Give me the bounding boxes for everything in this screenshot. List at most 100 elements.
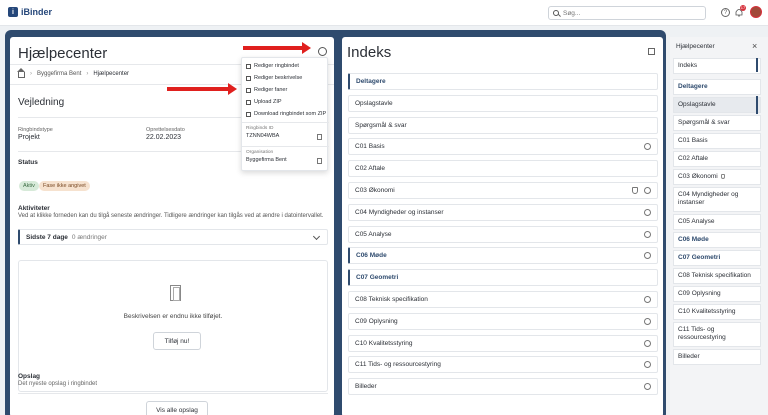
index-row[interactable]: Opslagstavle: [348, 94, 658, 112]
copy-icon[interactable]: [317, 134, 322, 140]
index-row-label: C07 Geometri: [356, 274, 399, 282]
side-nav-item[interactable]: C07 Geometri: [673, 250, 761, 266]
panel-toggle-icon[interactable]: [648, 48, 655, 55]
side-nav-item[interactable]: Deltagere: [673, 79, 761, 95]
menu-item-label: Upload ZIP: [254, 99, 282, 105]
menu-item-label: Rediger ringbindet: [254, 63, 299, 69]
index-row-label: C08 Teknisk specifikation: [355, 296, 428, 303]
info-circle-icon[interactable]: [644, 208, 651, 216]
activity-period-accordion[interactable]: Sidste 7 dage 0 ændringer: [18, 229, 328, 245]
binder-type-value: Projekt: [18, 134, 40, 141]
document-icon: [170, 285, 181, 301]
side-nav-item[interactable]: C04 Myndigheder og instanser: [673, 187, 761, 212]
scrollbar[interactable]: [756, 58, 758, 72]
index-row-label: C11 Tids- og ressourcestyring: [355, 361, 441, 369]
index-row[interactable]: Spørgsmål & svar: [348, 116, 658, 134]
help-icon[interactable]: ?: [721, 8, 730, 17]
shield-icon: [632, 187, 638, 194]
info-circle-icon[interactable]: [644, 361, 651, 369]
index-row[interactable]: C09 Oplysning: [348, 312, 658, 330]
info-circle-icon[interactable]: [644, 383, 651, 391]
index-row[interactable]: C02 Aftale: [348, 160, 658, 178]
info-circle-icon[interactable]: [644, 252, 651, 260]
shield-icon: [720, 173, 725, 179]
binder-type-label: Ringbindstype: [18, 127, 53, 133]
side-nav-item[interactable]: Indeks: [673, 58, 761, 74]
side-nav-item[interactable]: C11 Tids- og ressourcestyring: [673, 322, 761, 347]
avatar[interactable]: [750, 6, 762, 18]
index-row[interactable]: C03 Økonomi: [348, 182, 658, 199]
breadcrumb-separator: ›: [30, 71, 32, 77]
side-nav-label: C03 Økonomi: [678, 173, 718, 180]
index-row[interactable]: Deltagere: [348, 73, 658, 90]
info-circle-icon[interactable]: [644, 296, 651, 303]
page-title: Hjælpecenter: [18, 45, 108, 62]
info-circle-icon[interactable]: [644, 317, 651, 325]
menu-item-edit-description[interactable]: Rediger beskrivelse: [246, 75, 302, 81]
view-all-posts-button[interactable]: Vis alle opslag: [146, 401, 208, 415]
index-row-label: C02 Aftale: [355, 165, 385, 173]
index-row[interactable]: C04 Myndigheder og instanser: [348, 203, 658, 221]
activities-description: Ved at klikke forneden kan du tilgå sene…: [18, 213, 324, 219]
period-label: Sidste 7 dage: [26, 233, 68, 241]
index-row[interactable]: C06 Møde: [348, 247, 658, 265]
posts-heading: Opslag: [18, 373, 41, 380]
side-nav-label: Spørgsmål & svar: [678, 119, 730, 126]
index-row-label: Billeder: [355, 383, 377, 391]
index-row-label: C01 Basis: [355, 143, 385, 151]
divider: [18, 393, 328, 394]
organisation-label: Organisation: [246, 150, 274, 155]
menu-divider: [242, 122, 329, 123]
side-nav-label: Indeks: [678, 62, 698, 69]
index-row[interactable]: C07 Geometri: [348, 269, 658, 287]
close-icon[interactable]: ×: [752, 41, 757, 51]
info-circle-icon[interactable]: [644, 143, 651, 151]
side-nav-item[interactable]: C01 Basis: [673, 133, 761, 149]
menu-item-download-zip[interactable]: Download ringbindet som ZIP: [246, 111, 326, 117]
menu-divider: [242, 146, 329, 147]
index-row[interactable]: Billeder: [348, 378, 658, 396]
side-nav-item[interactable]: Opslagstavle: [673, 97, 761, 113]
side-nav-item[interactable]: Billeder: [673, 349, 761, 365]
side-nav-item[interactable]: C02 Aftale: [673, 151, 761, 167]
info-circle-icon[interactable]: [644, 230, 651, 238]
breadcrumb-item[interactable]: Byggefirma Bent: [37, 71, 81, 77]
app-logo[interactable]: i iBinder: [8, 7, 52, 17]
side-nav-item[interactable]: C09 Oplysning: [673, 286, 761, 302]
breadcrumb-separator: ›: [86, 71, 89, 77]
download-icon: [246, 111, 251, 117]
index-row-label: C09 Oplysning: [355, 317, 398, 325]
side-nav-item[interactable]: C03 Økonomi: [673, 169, 761, 185]
side-nav-item[interactable]: C08 Teknisk specifikation: [673, 268, 761, 284]
info-circle-icon[interactable]: [644, 339, 651, 347]
search-box[interactable]: [548, 6, 706, 20]
menu-item-upload-zip[interactable]: Upload ZIP: [246, 99, 282, 105]
index-row[interactable]: C10 Kvalitetsstyring: [348, 334, 658, 352]
index-row-label: Opslagstavle: [355, 99, 393, 107]
settings-menu: Rediger ringbindet Rediger beskrivelse R…: [241, 57, 329, 171]
side-nav-item[interactable]: C05 Analyse: [673, 214, 761, 230]
home-icon[interactable]: [17, 68, 25, 78]
index-row-label: C05 Analyse: [355, 230, 392, 238]
side-panel-title: Hjælpecenter: [676, 43, 715, 50]
index-row[interactable]: C05 Analyse: [348, 225, 658, 243]
add-description-button[interactable]: Tilføj nu!: [153, 332, 201, 350]
search-input[interactable]: [563, 9, 703, 17]
index-row[interactable]: C01 Basis: [348, 138, 658, 156]
breadcrumb-current: Hjælpecenter: [93, 71, 130, 77]
side-nav-label: C04 Myndigheder og instanser: [678, 191, 739, 206]
index-row[interactable]: C11 Tids- og ressourcestyring: [348, 356, 658, 374]
menu-item-edit-binder[interactable]: Rediger ringbindet: [246, 63, 299, 69]
side-nav-label: C09 Oplysning: [678, 290, 721, 297]
info-circle-icon[interactable]: [644, 187, 651, 194]
side-nav-item[interactable]: Spørgsmål & svar: [673, 115, 761, 131]
settings-icon[interactable]: [318, 47, 327, 56]
copy-icon[interactable]: [317, 158, 322, 164]
index-row[interactable]: C08 Teknisk specifikation: [348, 291, 658, 308]
upload-icon: [246, 99, 251, 105]
menu-item-edit-tabs[interactable]: Rediger faner: [246, 87, 287, 93]
side-nav-item[interactable]: C10 Kvalitetsstyring: [673, 304, 761, 320]
side-nav-item[interactable]: C06 Møde: [673, 232, 761, 248]
chevron-down-icon: [312, 232, 321, 241]
scrollbar[interactable]: [756, 96, 758, 114]
